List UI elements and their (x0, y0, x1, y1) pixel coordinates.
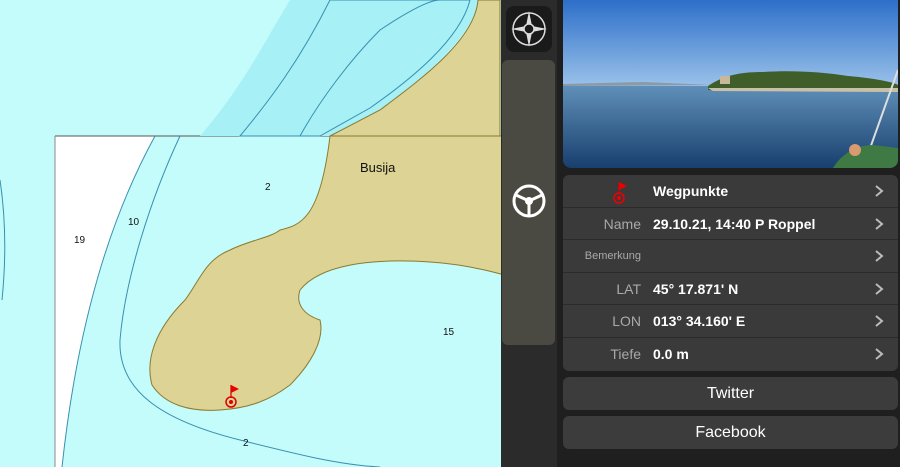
waypoint-flag-icon (613, 182, 627, 204)
row-value: Wegpunkte (653, 183, 729, 199)
helm-button[interactable] (502, 60, 555, 345)
row-label: Name (603, 215, 641, 232)
waypoint-info-list: Wegpunkte Name 29.10.21, 14:40 P Roppel … (563, 175, 898, 371)
remark-row[interactable]: Bemerkung (563, 240, 898, 273)
row-value: 0.0 m (653, 345, 689, 362)
depth-sounding: 2 (243, 438, 249, 449)
chevron-right-icon (875, 315, 884, 328)
chevron-right-icon (875, 250, 884, 262)
chevron-right-icon (875, 348, 884, 360)
longitude-row[interactable]: LON 013° 34.160' E (563, 305, 898, 338)
latitude-row[interactable]: LAT 45° 17.871' N (563, 273, 898, 306)
name-row[interactable]: Name 29.10.21, 14:40 P Roppel (563, 208, 898, 241)
depth-row[interactable]: Tiefe 0.0 m (563, 338, 898, 371)
row-label: Tiefe (610, 345, 641, 362)
row-value: 013° 34.160' E (653, 313, 746, 330)
waypoints-row[interactable]: Wegpunkte (563, 175, 898, 208)
row-label: Bemerkung (584, 250, 641, 263)
depth-sounding: 19 (74, 235, 86, 246)
depth-sounding: 10 (128, 217, 140, 228)
depth-sounding: 2 (265, 182, 271, 193)
depth-sounding: 15 (443, 327, 455, 338)
place-name-label: Busija (360, 160, 396, 175)
chevron-right-icon (875, 185, 884, 197)
compass-button[interactable] (506, 6, 552, 52)
chevron-right-icon (875, 283, 884, 295)
waypoint-photo[interactable] (563, 0, 898, 168)
twitter-share-button[interactable]: Twitter (563, 377, 898, 410)
row-label: LAT (616, 280, 641, 297)
compass-rose-icon (511, 11, 547, 47)
chevron-right-icon (875, 217, 884, 230)
row-value: 45° 17.871' N (653, 280, 739, 297)
row-value: 29.10.21, 14:40 P Roppel (653, 215, 816, 232)
row-label: LON (612, 313, 641, 330)
facebook-share-button[interactable]: Facebook (563, 416, 898, 449)
ship-wheel-icon (512, 184, 546, 218)
